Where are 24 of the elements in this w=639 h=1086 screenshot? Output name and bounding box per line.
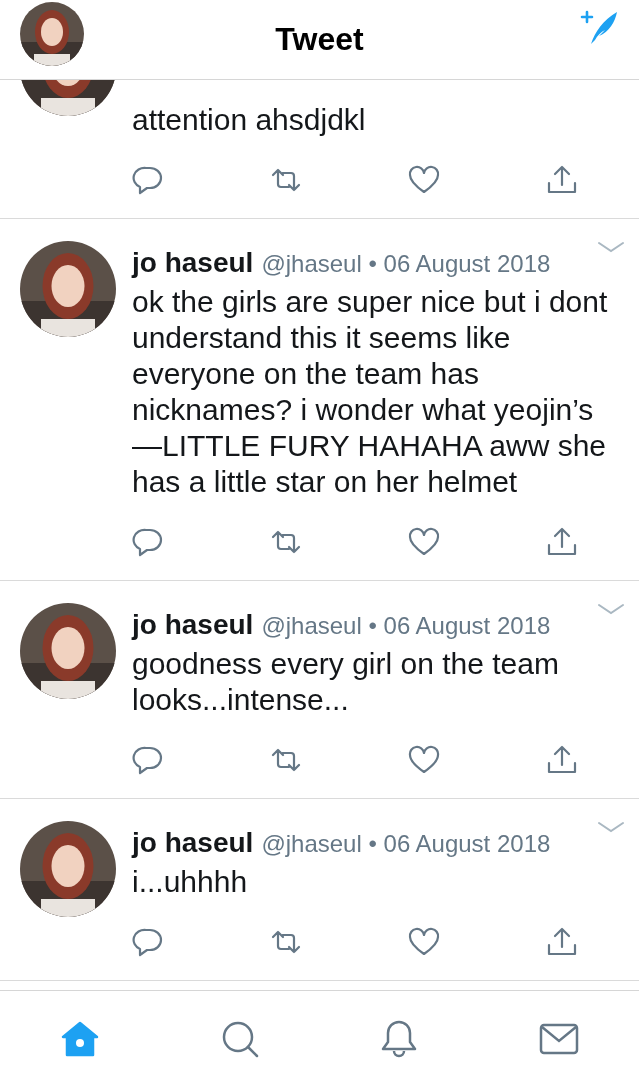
- user-name[interactable]: jo haseul: [132, 607, 254, 643]
- user-handle: @jhaseul • 06 August 2018: [261, 829, 551, 859]
- user-name[interactable]: jo haseul: [132, 245, 254, 281]
- heart-icon[interactable]: [408, 926, 440, 958]
- heart-icon[interactable]: [408, 526, 440, 558]
- tweet-text: attention ahsdjdkl: [132, 102, 367, 138]
- heart-icon[interactable]: [408, 744, 440, 776]
- share-icon[interactable]: [546, 164, 578, 196]
- share-icon[interactable]: [546, 526, 578, 558]
- share-icon[interactable]: [546, 744, 578, 776]
- tweet-text: i...uhhhh: [132, 864, 249, 900]
- share-icon[interactable]: [546, 926, 578, 958]
- page-title: Tweet: [275, 21, 364, 58]
- user-handle: @jhaseul • 06 August 2018: [261, 611, 551, 641]
- reply-icon[interactable]: [132, 744, 164, 776]
- user-handle: @jhaseul • 06 August 2018: [261, 249, 551, 279]
- reply-icon[interactable]: [132, 926, 164, 958]
- heart-icon[interactable]: [408, 164, 440, 196]
- reply-icon[interactable]: [132, 164, 164, 196]
- user-name[interactable]: jo haseul: [132, 825, 254, 861]
- tweet-text: ok the girls are super nice but i dont understand this it seems like everyone on the team has nicknames? i wonder what yeojin’s —LITTLE FURY HAHAHA aww she has a little star on her helmet: [132, 284, 609, 500]
- tweet-text: goodness every girl on the team looks...intense...: [132, 646, 560, 718]
- reply-icon[interactable]: [132, 526, 164, 558]
- compose-icon[interactable]: [579, 10, 619, 46]
